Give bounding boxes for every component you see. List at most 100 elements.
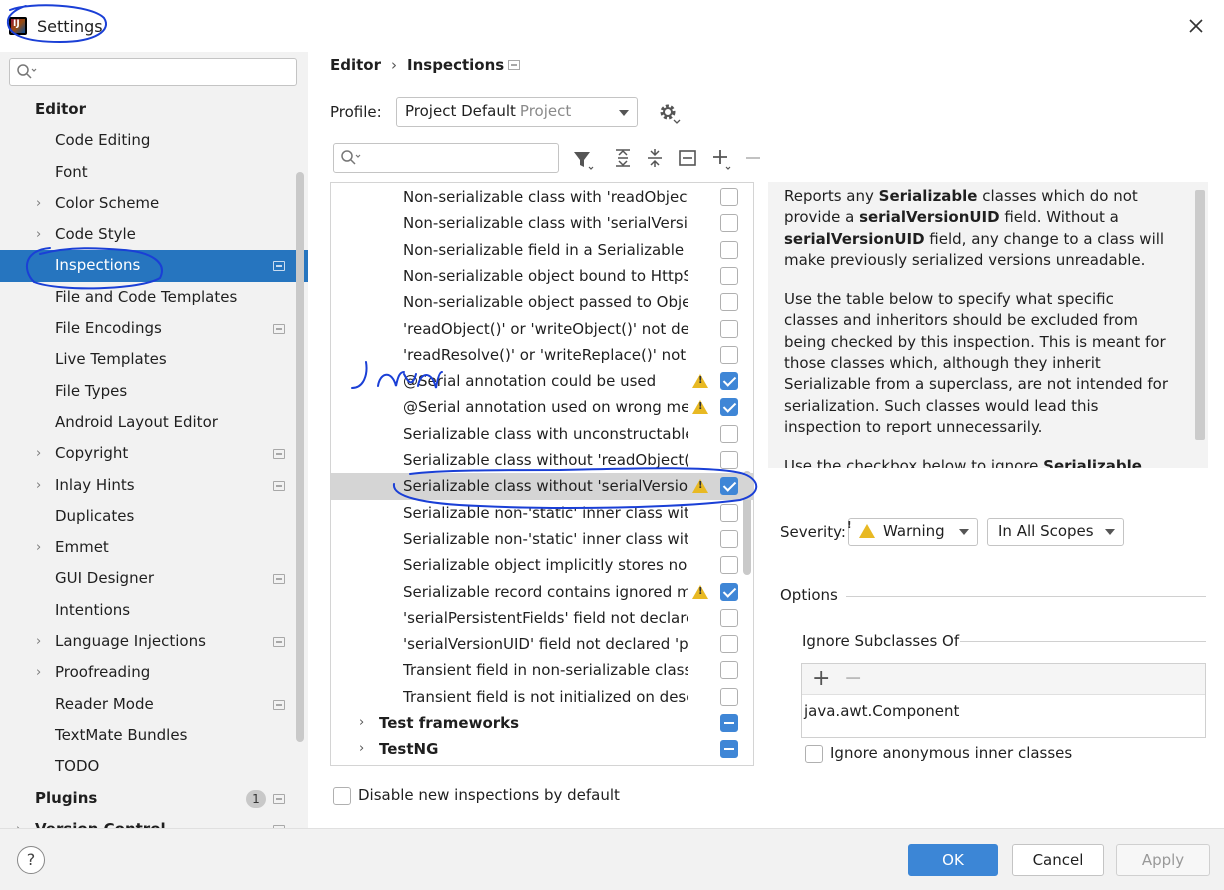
sidebar-item-reader-mode[interactable]: Reader Mode <box>0 689 308 720</box>
add-class-button[interactable]: + <box>812 666 830 691</box>
inspection-enabled-checkbox[interactable] <box>720 714 738 732</box>
filter-icon[interactable] <box>572 148 596 172</box>
inspection-row[interactable]: Non-serializable field in a Serializable… <box>331 237 753 263</box>
inspection-enabled-checkbox[interactable] <box>720 635 738 654</box>
chevron-right-icon[interactable]: › <box>16 814 21 828</box>
inspection-enabled-checkbox[interactable] <box>720 451 738 469</box>
inspection-enabled-checkbox[interactable] <box>720 188 738 206</box>
chevron-right-icon[interactable]: › <box>36 470 41 501</box>
apply-button[interactable]: Apply <box>1116 844 1210 876</box>
inspection-enabled-checkbox[interactable] <box>720 582 738 601</box>
settings-search-input[interactable] <box>9 58 297 86</box>
inspection-row[interactable]: 'serialVersionUID' field not declared 'p… <box>331 631 753 657</box>
chevron-right-icon[interactable]: › <box>36 438 41 469</box>
breadcrumb-editor[interactable]: Editor <box>330 56 381 74</box>
sidebar-item-language-injections[interactable]: › Language Injections <box>0 626 308 657</box>
chevron-right-icon[interactable]: › <box>36 188 41 219</box>
close-icon[interactable] <box>1186 16 1206 36</box>
inspection-row[interactable]: Serializable non-'static' inner class wi… <box>331 526 753 552</box>
inspection-enabled-checkbox[interactable] <box>720 529 738 548</box>
chevron-right-icon[interactable]: › <box>36 219 41 250</box>
inspection-row[interactable]: @Serial annotation could be used <box>331 368 753 394</box>
severity-dropdown[interactable]: Warning <box>848 518 978 546</box>
ignored-class-row[interactable]: java.awt.Component <box>804 702 959 720</box>
sidebar-item-inspections[interactable]: Inspections <box>0 250 308 282</box>
inspection-enabled-checkbox[interactable] <box>720 608 738 627</box>
inspection-enabled-checkbox[interactable] <box>720 240 738 259</box>
sidebar-item-intentions[interactable]: Intentions <box>0 595 308 626</box>
remove-icon[interactable] <box>744 148 762 168</box>
sidebar-item-copyright[interactable]: › Copyright <box>0 438 308 469</box>
sidebar-item-todo[interactable]: TODO <box>0 751 308 782</box>
scope-dropdown[interactable]: In All Scopes <box>987 518 1124 546</box>
inspection-search-input[interactable] <box>333 143 559 173</box>
sidebar-item-editor[interactable]: Editor <box>0 94 308 125</box>
chevron-right-icon[interactable]: › <box>36 626 41 657</box>
sidebar-item-code-style[interactable]: › Code Style <box>0 219 308 250</box>
sidebar-item-gui-designer[interactable]: GUI Designer <box>0 563 308 594</box>
inspection-row[interactable]: Serializable class without 'serialVersio… <box>331 473 753 500</box>
inspection-enabled-checkbox[interactable] <box>720 556 738 575</box>
gear-icon[interactable] <box>657 101 681 125</box>
chevron-right-icon[interactable]: › <box>36 657 41 688</box>
help-button[interactable]: ? <box>17 846 45 874</box>
inspection-row[interactable]: 'serialPersistentFields' field not decla… <box>331 605 753 631</box>
inspection-row[interactable]: Serializable record contains ignored mem… <box>331 579 753 605</box>
inspection-enabled-checkbox[interactable] <box>720 740 738 759</box>
sidebar-scrollbar[interactable] <box>296 172 304 742</box>
remove-class-button[interactable]: − <box>844 666 862 691</box>
inspection-enabled-checkbox[interactable] <box>720 661 738 680</box>
inspection-row[interactable]: Non-serializable object bound to HttpSes… <box>331 263 753 289</box>
inspection-enabled-checkbox[interactable] <box>720 345 738 364</box>
inspection-row[interactable]: 'readObject()' or 'writeObject()' not de… <box>331 316 753 342</box>
inspection-enabled-checkbox[interactable] <box>720 398 738 417</box>
inspection-enabled-checkbox[interactable] <box>720 687 738 706</box>
cancel-button[interactable]: Cancel <box>1012 844 1104 876</box>
sidebar-item-code-editing[interactable]: Code Editing <box>0 125 308 156</box>
inspection-enabled-checkbox[interactable] <box>720 266 738 285</box>
inspection-enabled-checkbox[interactable] <box>720 293 738 312</box>
sidebar-item-file-encodings[interactable]: File Encodings <box>0 313 308 344</box>
expand-all-icon[interactable] <box>613 148 633 168</box>
inspection-row[interactable]: Non-serializable class with 'readObject(… <box>331 184 753 210</box>
collapse-all-icon[interactable] <box>645 148 665 168</box>
chevron-right-icon[interactable]: › <box>36 532 41 563</box>
ok-button[interactable]: OK <box>908 844 998 876</box>
sidebar-item-android-layout-editor[interactable]: Android Layout Editor <box>0 407 308 438</box>
sidebar-item-proofreading[interactable]: › Proofreading <box>0 657 308 688</box>
sidebar-item-file-and-code-templates[interactable]: File and Code Templates <box>0 282 308 313</box>
inspection-row[interactable]: 'readResolve()' or 'writeReplace()' not … <box>331 342 753 368</box>
inspection-enabled-checkbox[interactable] <box>720 503 738 522</box>
sidebar-item-textmate-bundles[interactable]: TextMate Bundles <box>0 720 308 751</box>
inspection-row[interactable]: Non-serializable object passed to Object… <box>331 289 753 315</box>
inspection-row[interactable]: Serializable object implicitly stores no… <box>331 552 753 578</box>
inspection-row[interactable]: Non-serializable class with 'serialVersi… <box>331 210 753 236</box>
inspection-row[interactable]: Transient field is not initialized on de… <box>331 684 753 710</box>
sidebar-item-version-control[interactable]: › Version Control <box>0 814 308 828</box>
inspection-enabled-checkbox[interactable] <box>720 319 738 338</box>
inspection-enabled-checkbox[interactable] <box>720 477 738 496</box>
inspection-row[interactable]: @Serial annotation used on wrong member <box>331 394 753 420</box>
chevron-right-icon[interactable]: › <box>359 736 364 762</box>
inspection-row[interactable]: Transient field in non-serializable clas… <box>331 657 753 683</box>
inspection-enabled-checkbox[interactable] <box>720 424 738 443</box>
profile-dropdown[interactable]: Project Default Project <box>396 97 638 127</box>
sidebar-item-font[interactable]: Font <box>0 157 308 188</box>
inspection-row[interactable]: Serializable class without 'readObject()… <box>331 447 753 473</box>
reset-icon[interactable] <box>678 148 698 168</box>
ignore-anonymous-checkbox[interactable] <box>805 745 823 763</box>
inspection-enabled-checkbox[interactable] <box>720 372 738 391</box>
inspection-group-row[interactable]: › TestNG <box>331 736 753 762</box>
sidebar-item-color-scheme[interactable]: › Color Scheme <box>0 188 308 219</box>
inspection-row[interactable]: Serializable class with unconstructable … <box>331 421 753 447</box>
sidebar-item-plugins[interactable]: Plugins 1 <box>0 783 308 814</box>
chevron-right-icon[interactable]: › <box>359 710 364 736</box>
sidebar-item-inlay-hints[interactable]: › Inlay Hints <box>0 470 308 501</box>
inspection-row[interactable]: Serializable non-'static' inner class wi… <box>331 500 753 526</box>
disable-new-inspections-checkbox[interactable] <box>333 787 351 805</box>
add-icon[interactable] <box>711 148 735 172</box>
sidebar-item-file-types[interactable]: File Types <box>0 376 308 407</box>
description-scrollbar[interactable] <box>1195 190 1205 440</box>
sidebar-item-duplicates[interactable]: Duplicates <box>0 501 308 532</box>
sidebar-item-emmet[interactable]: › Emmet <box>0 532 308 563</box>
